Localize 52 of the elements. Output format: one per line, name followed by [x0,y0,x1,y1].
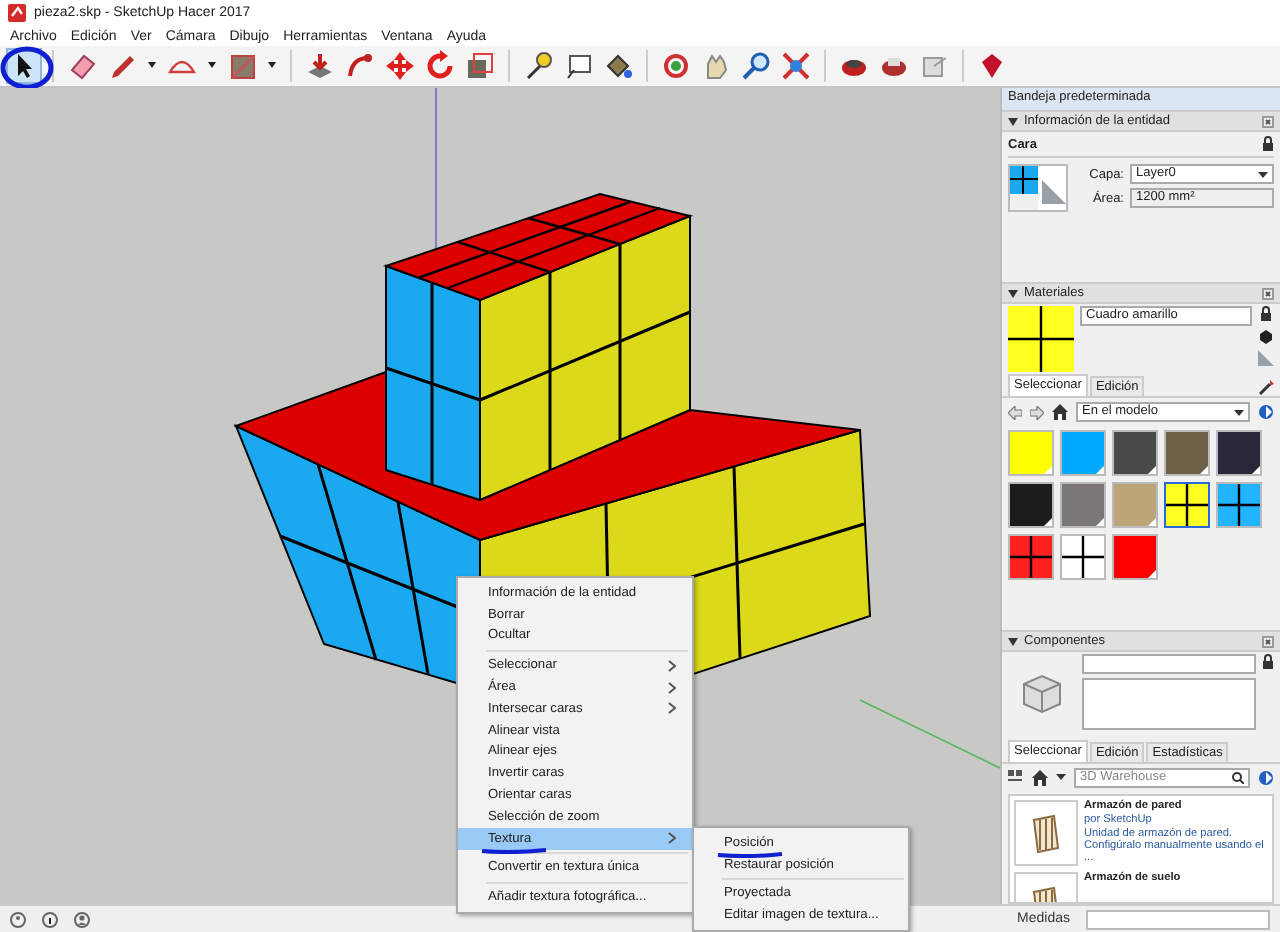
caret-icon[interactable] [1056,774,1066,781]
caret-icon[interactable] [148,62,156,69]
rotate-icon [424,49,456,82]
wall-frame-icon [1030,813,1062,854]
caret-icon[interactable] [268,62,276,69]
caret-icon[interactable] [208,62,216,69]
collapse-arrow-icon [1008,637,1018,646]
chevron-right-icon [668,832,676,845]
collapse-arrow-icon [1008,117,1018,126]
lock-icon [1262,136,1274,153]
rectangle-icon [226,49,258,82]
eyedropper-icon[interactable] [1258,380,1274,397]
material-preview [1008,306,1074,373]
home-icon[interactable] [1032,769,1048,786]
lock-icon [1262,654,1274,671]
annotation-underline [480,848,548,855]
tape-measure-icon [522,49,554,82]
face-material-icon [1008,164,1068,213]
details-icon[interactable] [1258,769,1274,786]
zoom-icon [740,49,772,82]
info-icon[interactable] [42,911,58,928]
home-icon[interactable] [1052,404,1068,421]
forward-arrow-icon[interactable] [1030,405,1044,420]
lock-icon [1260,306,1272,323]
view-options-icon[interactable] [1008,770,1024,785]
measurements-field[interactable] [1086,909,1270,930]
annotation-underline [716,852,784,859]
push-pull-icon [304,49,336,82]
axis-line [860,696,1000,773]
close-icon[interactable] [1262,115,1274,128]
caret-icon [1258,171,1268,178]
component-cube-icon [1018,670,1066,719]
component-description-field[interactable] [1082,678,1256,731]
scale-icon [464,49,496,82]
move-icon [384,49,416,82]
caret-icon [1234,409,1244,416]
details-icon[interactable] [1258,404,1274,421]
close-icon[interactable] [1262,287,1274,300]
collapse-arrow-icon [1008,289,1018,298]
search-icon [1232,771,1244,784]
cube-icon[interactable] [1258,328,1274,345]
orbit-icon [660,49,692,82]
component-name-field[interactable] [1082,654,1256,675]
user-icon[interactable] [74,911,90,928]
geolocation-icon[interactable] [10,911,26,928]
close-icon[interactable] [1262,635,1274,648]
follow-me-icon [344,49,376,82]
eraser-icon [66,49,98,82]
paint-bucket-icon [602,49,634,82]
ruby-icon [976,49,1008,82]
back-arrow-icon[interactable] [1008,405,1022,420]
zoom-extents-icon [780,49,812,82]
